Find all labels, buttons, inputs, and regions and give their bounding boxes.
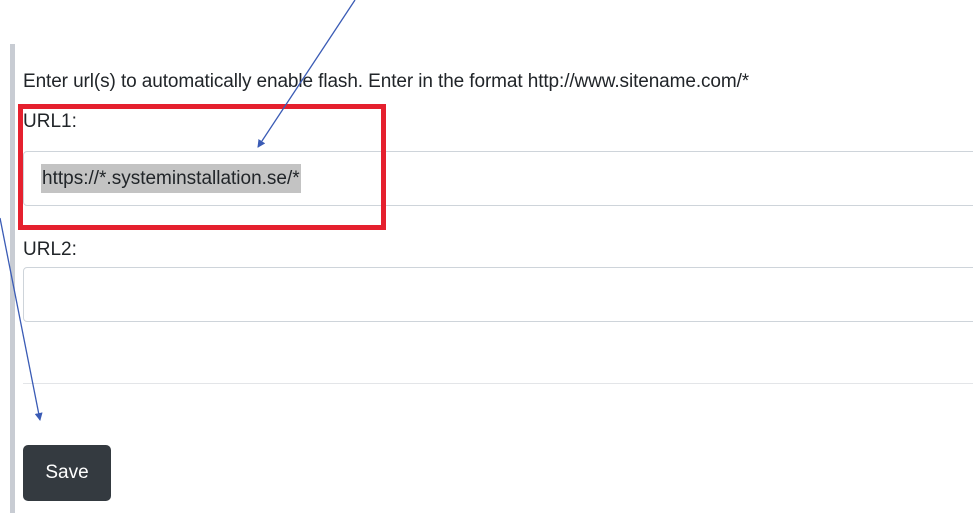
instructions-text: Enter url(s) to automatically enable fla… <box>23 71 750 92</box>
url2-input[interactable] <box>23 267 973 322</box>
url2-label: URL2: <box>23 239 77 260</box>
url1-label: URL1: <box>23 111 77 132</box>
left-border-rule <box>10 44 15 513</box>
flash-settings-page: Enter url(s) to automatically enable fla… <box>0 0 973 513</box>
form-divider <box>23 383 973 384</box>
save-button[interactable]: Save <box>23 445 111 501</box>
url1-input[interactable] <box>23 151 973 206</box>
